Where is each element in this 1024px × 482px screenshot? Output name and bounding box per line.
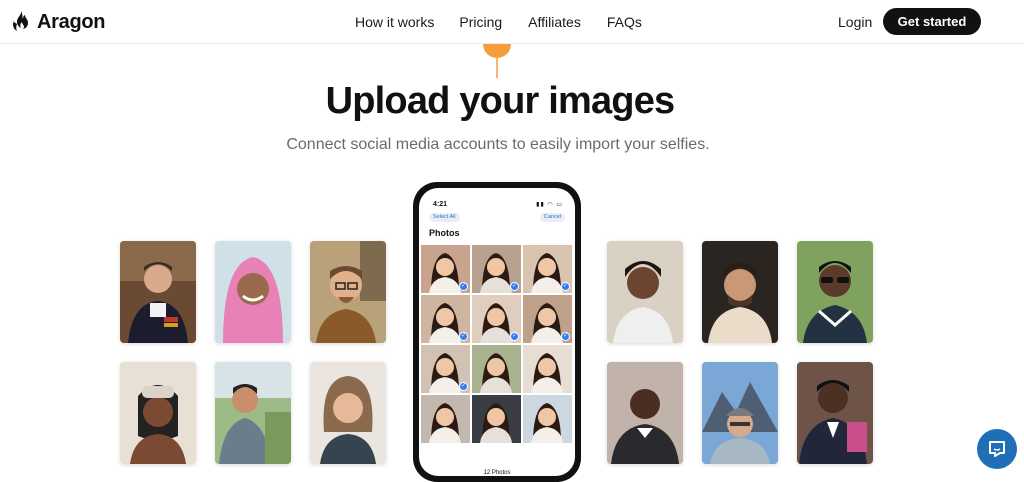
select-all-button[interactable]: Select All [429, 213, 460, 222]
selected-check-icon: ✓ [561, 332, 570, 341]
photo-thumbnail[interactable]: ✓ [421, 295, 470, 343]
photo-thumbnail[interactable] [472, 395, 521, 443]
cancel-button[interactable]: Cancel [539, 213, 565, 222]
selected-check-icon: ✓ [459, 332, 468, 341]
chat-bubble-icon [989, 441, 1005, 457]
phone-mockup: 4:21 ▮▮ ◠ ▭ Select All Cancel Photos ✓ ✓ ✓… [413, 182, 581, 482]
page-subtitle: Connect social media accounts to easily … [286, 136, 710, 153]
photos-heading: Photos [429, 228, 460, 238]
portrait-card [797, 362, 873, 464]
photo-thumbnail[interactable]: ✓ [472, 295, 521, 343]
portrait-card [607, 362, 683, 464]
selected-check-icon: ✓ [510, 282, 519, 291]
status-icons: ▮▮ ◠ ▭ [536, 202, 563, 208]
status-time: 4:21 [433, 201, 448, 208]
phone-screen: 4:21 ▮▮ ◠ ▭ Select All Cancel Photos ✓ ✓ ✓… [419, 188, 575, 476]
brand-logo[interactable]: Aragon [11, 10, 106, 34]
portrait-card [607, 241, 683, 343]
photo-thumbnail[interactable]: ✓ [421, 245, 470, 293]
photo-thumbnail[interactable]: ✓ [523, 245, 572, 293]
photo-count: 12 Photos [483, 470, 511, 476]
orange-pin-icon [483, 44, 511, 78]
main-menu: How it works Pricing Affiliates FAQs [355, 14, 668, 30]
nav-pricing[interactable]: Pricing [459, 14, 502, 30]
portrait-card [702, 241, 778, 343]
selected-check-icon: ✓ [561, 282, 570, 291]
portrait-card [215, 241, 291, 343]
portrait-card [310, 241, 386, 343]
nav-faqs[interactable]: FAQs [607, 14, 642, 30]
nav-how-it-works[interactable]: How it works [355, 14, 434, 30]
photo-thumbnail[interactable] [523, 395, 572, 443]
portrait-card [215, 362, 291, 464]
portrait-card [310, 362, 386, 464]
get-started-button[interactable]: Get started [883, 8, 981, 35]
flame-icon [13, 11, 28, 31]
page-title: Upload your images [325, 80, 676, 122]
photo-thumbnail[interactable]: ✓ [472, 245, 521, 293]
photo-thumbnail[interactable] [523, 345, 572, 393]
selected-check-icon: ✓ [459, 282, 468, 291]
portrait-card [120, 241, 196, 343]
chat-launcher-button[interactable] [977, 429, 1017, 469]
selected-check-icon: ✓ [459, 382, 468, 391]
photo-thumbnail[interactable] [472, 345, 521, 393]
top-navbar: Aragon How it works Pricing Affiliates F… [0, 0, 1024, 44]
photo-thumbnail[interactable] [421, 395, 470, 443]
login-link[interactable]: Login [838, 14, 872, 30]
photo-thumbnail[interactable]: ✓ [523, 295, 572, 343]
portrait-card [797, 241, 873, 343]
nav-affiliates[interactable]: Affiliates [528, 14, 581, 30]
photo-thumbnail[interactable]: ✓ [421, 345, 470, 393]
portrait-card [120, 362, 196, 464]
selected-check-icon: ✓ [510, 332, 519, 341]
photo-grid: ✓ ✓ ✓ ✓ ✓ ✓ ✓ [421, 245, 573, 443]
brand-name: Aragon [37, 10, 106, 33]
portrait-card [702, 362, 778, 464]
